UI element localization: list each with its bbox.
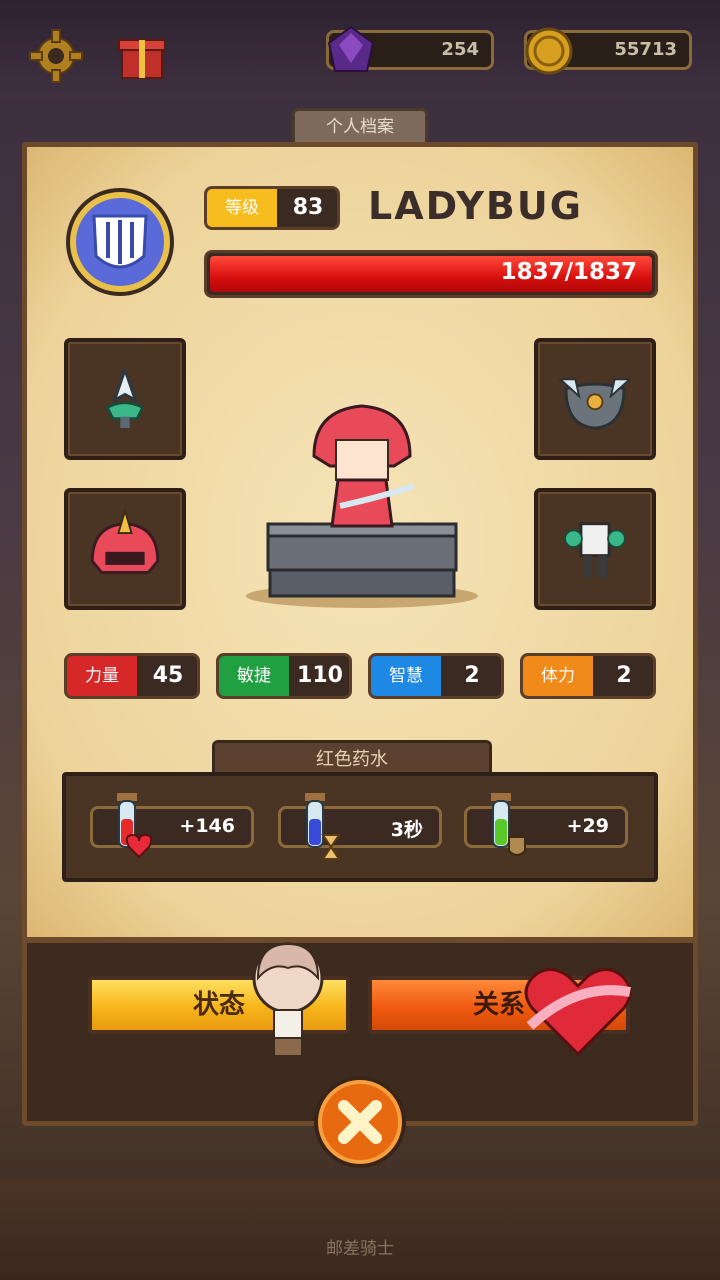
spear-tip-icon: [105, 365, 145, 428]
gem-counter[interactable]: 254: [326, 25, 494, 72]
potion-duration: 3秒: [278, 793, 442, 860]
heart-with-ribbon-icon: [520, 962, 636, 1058]
gold-counter[interactable]: 55713: [524, 27, 692, 75]
shield-slot[interactable]: [534, 338, 656, 460]
weapon-slot[interactable]: [64, 338, 186, 460]
level-value: 83: [292, 195, 324, 220]
stat-stamina: 体力 2: [520, 653, 656, 699]
gift-box-icon[interactable]: [114, 26, 170, 82]
winged-shield-icon: [557, 378, 633, 430]
hp-bar: 1837/1837: [204, 250, 658, 298]
purple-gem-icon: [323, 23, 379, 79]
stat-value: 2: [616, 663, 632, 688]
postman-npc-character: [248, 938, 328, 1062]
potion-defense: +29: [464, 793, 628, 856]
stat-label: 体力: [523, 656, 593, 696]
stat-label: 敏捷: [219, 656, 289, 696]
green-potion-armor-icon: [491, 793, 526, 856]
potion-section-title: 红色药水: [212, 740, 492, 776]
helmet-slot[interactable]: [64, 488, 186, 610]
gem-count: 254: [441, 39, 479, 60]
stat-label: 力量: [67, 656, 137, 696]
stat-value: 110: [297, 663, 343, 688]
red-helmet-icon: [90, 507, 160, 574]
blue-potion-hourglass-icon: [305, 793, 341, 860]
player-name: LADYBUG: [368, 184, 583, 228]
stat-value: 2: [464, 663, 480, 688]
potion-heal: +146: [90, 793, 254, 859]
game-title-footer: 邮差骑士: [326, 1239, 394, 1259]
stat-value: 45: [152, 663, 184, 688]
class-shield-emblem-icon: [64, 186, 176, 298]
level-label: 等级: [207, 189, 277, 227]
red-potion-heart-icon: [117, 793, 153, 859]
settings-gear-icon[interactable]: [28, 28, 84, 84]
close-x-button[interactable]: [312, 1074, 408, 1170]
gold-coin-icon: [521, 23, 577, 79]
potion-value: +29: [566, 815, 609, 837]
armor-slot[interactable]: [534, 488, 656, 610]
stat-strength: 力量 45: [64, 653, 200, 699]
stat-wisdom: 智慧 2: [368, 653, 504, 699]
stat-agility: 敏捷 110: [216, 653, 352, 699]
potion-value: 3秒: [390, 819, 423, 841]
gold-count: 55713: [614, 39, 677, 60]
hp-text: 1837/1837: [500, 259, 637, 285]
body-armor-icon: [564, 522, 626, 578]
level-badge: 等级 83: [204, 186, 340, 230]
profile-tab[interactable]: 个人档案: [292, 108, 428, 144]
stat-label: 智慧: [371, 656, 441, 696]
bottom-bar: [0, 1180, 720, 1280]
potion-value: +146: [179, 815, 235, 837]
hero-character-on-pedestal: [244, 396, 480, 612]
